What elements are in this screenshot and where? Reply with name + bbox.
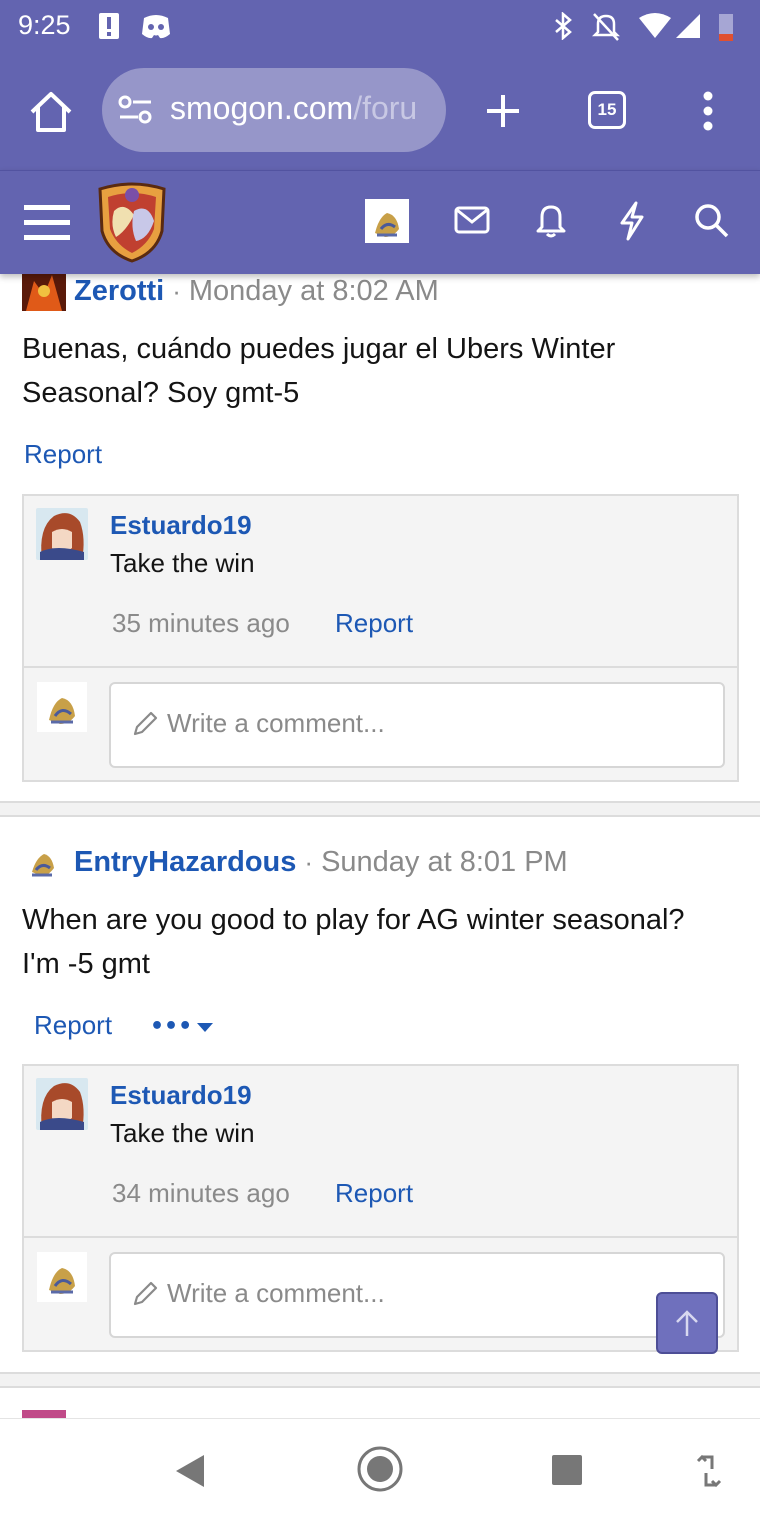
alert-notification-icon: [99, 13, 119, 39]
hamburger-icon[interactable]: [24, 203, 70, 241]
comment-text: Take the win: [110, 548, 255, 578]
commenter-avatar-image: [36, 508, 88, 560]
comment-placeholder: Write a comment...: [167, 708, 385, 738]
wifi-icon: [639, 13, 671, 38]
poster-avatar[interactable]: [22, 274, 66, 311]
post-username[interactable]: Zerotti: [74, 275, 164, 308]
new-tab-icon[interactable]: [484, 92, 522, 130]
post-body: When are you good to play for AG winter …: [22, 898, 738, 986]
post-body-line: Buenas, cuándo puedes jugar el Ubers Win…: [22, 333, 616, 365]
recents-icon[interactable]: [550, 1453, 584, 1487]
comment-time[interactable]: 35 minutes ago: [112, 608, 290, 639]
commenter-avatar[interactable]: [36, 1078, 88, 1130]
more-dots: •••: [150, 1014, 193, 1039]
comment: Estuardo19 Take the win 34 minutes ago R…: [24, 1066, 737, 1238]
post-date[interactable]: Sunday at 8:01 PM: [321, 846, 568, 879]
address-bar[interactable]: smogon.com/foru: [102, 68, 446, 152]
chevron-down-icon: [197, 1023, 214, 1032]
report-link[interactable]: Report: [34, 1010, 112, 1041]
profile-posts-feed: Zerotti · Monday at 8:02 AM Buenas, cuán…: [0, 274, 760, 1418]
bolt-icon[interactable]: [618, 201, 646, 241]
home-icon[interactable]: [356, 1445, 404, 1493]
comment-time[interactable]: 34 minutes ago: [112, 1178, 290, 1209]
commenter-avatar[interactable]: [36, 508, 88, 560]
post-username[interactable]: EntryHazardous: [74, 846, 296, 879]
tab-switcher-icon[interactable]: 15: [588, 91, 626, 129]
rotate-icon[interactable]: [692, 1451, 726, 1491]
more-options-button[interactable]: •••: [150, 1014, 214, 1039]
system-nav-bar: [0, 1418, 760, 1520]
post-body-line: When are you good to play for AG winter …: [22, 904, 685, 936]
comment-username[interactable]: Estuardo19: [110, 1080, 252, 1111]
comment-placeholder: Write a comment...: [167, 1278, 385, 1308]
smogon-logo[interactable]: [96, 181, 168, 263]
url-domain: smogon.com: [170, 90, 354, 126]
search-icon[interactable]: [694, 203, 730, 239]
header-separator: ·: [172, 275, 181, 306]
comment-text: Take the win: [110, 1118, 255, 1148]
comment-section: Estuardo19 Take the win 34 minutes ago R…: [22, 1064, 739, 1352]
poster-avatar[interactable]: [22, 842, 66, 882]
comment-report-link[interactable]: Report: [335, 608, 413, 639]
next-post-avatar[interactable]: [22, 1410, 66, 1418]
post-divider: [0, 1372, 760, 1388]
pencil-icon: [133, 711, 158, 736]
status-time: 9:25: [18, 10, 71, 40]
bluetooth-icon: [555, 12, 572, 40]
status-bar: 9:25: [0, 0, 760, 52]
menu-icon[interactable]: [700, 90, 716, 132]
header-separator: ·: [304, 846, 314, 877]
my-avatar: [37, 682, 87, 732]
user-avatar-image: [375, 213, 399, 237]
site-header: [0, 170, 760, 274]
report-link[interactable]: Report: [24, 439, 102, 470]
mute-icon: [592, 13, 620, 41]
back-icon[interactable]: [172, 1453, 208, 1489]
inbox-icon[interactable]: [454, 205, 490, 235]
comment-composer: Write a comment...: [24, 668, 737, 780]
post-date[interactable]: Monday at 8:02 AM: [189, 275, 439, 308]
post-divider: [0, 801, 760, 817]
battery-icon: [719, 14, 733, 41]
signal-icon: [676, 14, 700, 38]
arrow-up-icon: [676, 1310, 698, 1336]
post-body-line: I'm -5 gmt: [22, 948, 150, 980]
discord-icon: [142, 15, 170, 39]
url-path: /foru: [353, 90, 418, 126]
bell-icon[interactable]: [536, 201, 566, 239]
user-avatar[interactable]: [365, 199, 409, 243]
post-body-line: Seasonal? Soy gmt-5: [22, 377, 300, 409]
commenter-avatar-image: [36, 1078, 88, 1130]
post-body: Buenas, cuándo puedes jugar el Ubers Win…: [22, 327, 738, 415]
comment-input[interactable]: Write a comment...: [109, 1252, 725, 1338]
url-text: smogon.com/foru: [170, 90, 417, 127]
my-avatar: [37, 1252, 87, 1302]
browser-toolbar: smogon.com/foru 15: [0, 52, 760, 170]
post-header: Zerotti · Monday at 8:02 AM: [22, 274, 439, 311]
post-header: EntryHazardous · Sunday at 8:01 PM: [22, 842, 568, 882]
home-icon[interactable]: [28, 90, 74, 134]
comment-section: Estuardo19 Take the win 35 minutes ago R…: [22, 494, 739, 782]
pencil-icon: [133, 1281, 158, 1306]
comment-input[interactable]: Write a comment...: [109, 682, 725, 768]
comment-report-link[interactable]: Report: [335, 1178, 413, 1209]
my-avatar-image: [49, 698, 75, 724]
my-avatar-image: [49, 1268, 75, 1294]
comment: Estuardo19 Take the win 35 minutes ago R…: [24, 496, 737, 668]
comment-composer: Write a comment...: [24, 1238, 737, 1350]
comment-username[interactable]: Estuardo19: [110, 510, 252, 541]
scroll-to-top-button[interactable]: [656, 1292, 718, 1354]
site-settings-icon[interactable]: [118, 94, 154, 126]
